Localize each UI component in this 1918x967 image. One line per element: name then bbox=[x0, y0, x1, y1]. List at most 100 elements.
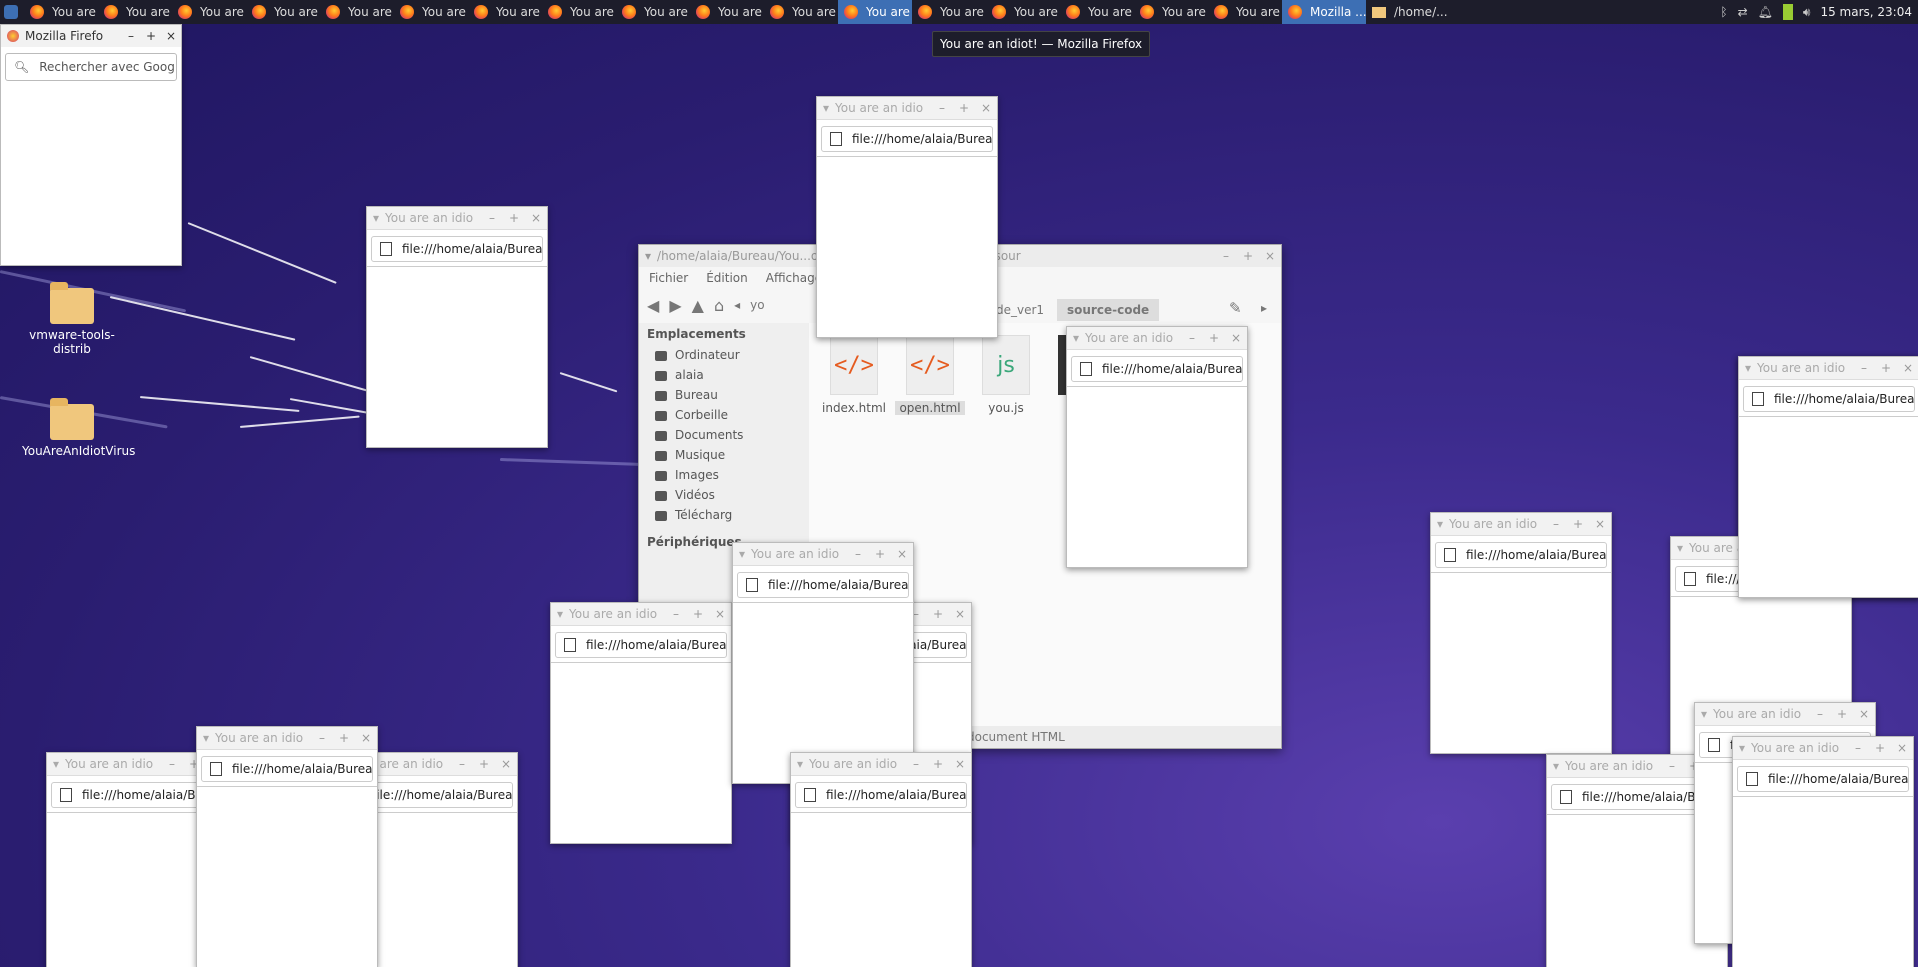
url-bar[interactable]: file:///home/alaia/Bureau bbox=[795, 782, 967, 808]
close-button[interactable]: × bbox=[1853, 707, 1875, 721]
sidebar-item-ordinateur[interactable]: Ordinateur bbox=[639, 345, 809, 365]
taskbar-button[interactable]: You are ... bbox=[394, 0, 468, 24]
maximize-button[interactable]: + bbox=[1875, 361, 1897, 375]
url-bar[interactable]: file:///home/alaia/Bureau bbox=[1435, 542, 1607, 568]
minimize-button[interactable]: – bbox=[1215, 249, 1237, 263]
close-button[interactable]: × bbox=[975, 101, 997, 115]
popup-window[interactable]: ▾You are an idio–+×file:///home/alaia/Bu… bbox=[1430, 512, 1612, 754]
url-bar[interactable]: file:///home/alaia/Bureau bbox=[821, 126, 993, 152]
minimize-button[interactable]: – bbox=[481, 211, 503, 225]
minimize-button[interactable]: – bbox=[1809, 707, 1831, 721]
close-button[interactable]: × bbox=[709, 607, 731, 621]
maximize-button[interactable]: + bbox=[333, 731, 355, 745]
whisker-menu-icon[interactable] bbox=[4, 5, 18, 19]
menu-edition[interactable]: Édition bbox=[706, 271, 748, 285]
forward-icon[interactable]: ▶ bbox=[669, 296, 681, 315]
home-icon[interactable]: ⌂ bbox=[714, 296, 724, 315]
minimize-button[interactable]: – bbox=[1181, 331, 1203, 345]
taskbar-button[interactable]: You are ... bbox=[468, 0, 542, 24]
breadcrumb-item[interactable]: de_ver1 bbox=[996, 303, 1044, 317]
url-bar[interactable]: file:///home/alaia/Bureau bbox=[1737, 766, 1909, 792]
close-button[interactable]: × bbox=[525, 211, 547, 225]
up-icon[interactable]: ▲ bbox=[692, 296, 704, 315]
desktop-icon-vmware[interactable]: vmware-tools-distrib bbox=[22, 282, 122, 356]
url-bar[interactable]: file:///home/alaia/Bureau bbox=[555, 632, 727, 658]
network-icon[interactable]: ⇄ bbox=[1738, 5, 1748, 19]
maximize-button[interactable]: + bbox=[1869, 741, 1891, 755]
taskbar-button[interactable]: You are ... bbox=[764, 0, 838, 24]
maximize-button[interactable]: + bbox=[927, 757, 949, 771]
minimize-button[interactable]: – bbox=[1661, 759, 1683, 773]
maximize-button[interactable]: + bbox=[141, 29, 161, 43]
url-bar[interactable]: file:///home/alaia/Bureau bbox=[1071, 356, 1243, 382]
clock[interactable]: 15 mars, 23:04 bbox=[1820, 5, 1912, 19]
taskbar-button[interactable]: You are ... bbox=[24, 0, 98, 24]
maximize-button[interactable]: + bbox=[503, 211, 525, 225]
minimize-button[interactable]: – bbox=[931, 101, 953, 115]
notification-bell-icon[interactable]: 🔔︎ bbox=[1758, 5, 1773, 19]
taskbar-button[interactable]: You are ... bbox=[1060, 0, 1134, 24]
sidebar-item-corbeille[interactable]: Corbeille bbox=[639, 405, 809, 425]
maximize-button[interactable]: + bbox=[1831, 707, 1853, 721]
taskbar-button[interactable]: You are ... bbox=[690, 0, 764, 24]
firefox-main-window[interactable]: Mozilla Firefo – + × 🔍︎ Rechercher avec … bbox=[0, 24, 182, 266]
file-open-html[interactable]: </> open.html bbox=[895, 335, 965, 415]
taskbar-button[interactable]: You are ... bbox=[98, 0, 172, 24]
sidebar-item-images[interactable]: Images bbox=[639, 465, 809, 485]
search-input[interactable]: 🔍︎ Rechercher avec Google bbox=[5, 53, 177, 81]
minimize-button[interactable]: – bbox=[1847, 741, 1869, 755]
popup-window[interactable]: ▾You are an idio–+×file:///home/alaia/Bu… bbox=[732, 542, 914, 784]
popup-window[interactable]: ▾You are an idio–+×file:///home/alaia/Bu… bbox=[1066, 326, 1248, 568]
popup-window[interactable]: ▾You are an idio–+×file:///home/alaia/Bu… bbox=[550, 602, 732, 844]
edit-path-icon[interactable]: ✎ bbox=[1229, 299, 1242, 317]
popup-window[interactable]: ▾You are an idio–+×file:///home/alaia/Bu… bbox=[1732, 736, 1914, 967]
close-button[interactable]: × bbox=[1589, 517, 1611, 531]
close-button[interactable]: × bbox=[1225, 331, 1247, 345]
minimize-button[interactable]: – bbox=[1545, 517, 1567, 531]
maximize-button[interactable]: + bbox=[1237, 249, 1259, 263]
back-icon[interactable]: ◀ bbox=[647, 296, 659, 315]
sidebar-item-videos[interactable]: Vidéos bbox=[639, 485, 809, 505]
popup-window[interactable]: ▾You are an idio–+×file:///home/alaia/Bu… bbox=[790, 752, 972, 967]
menu-affichage[interactable]: Affichage bbox=[766, 271, 822, 285]
close-button[interactable]: × bbox=[161, 29, 181, 43]
sidebar-item-bureau[interactable]: Bureau bbox=[639, 385, 809, 405]
menu-fichier[interactable]: Fichier bbox=[649, 271, 688, 285]
popup-window[interactable]: ▾You are an idio–+×file:///home/alaia/Bu… bbox=[366, 206, 548, 448]
taskbar-button-firefox[interactable]: Mozilla ... bbox=[1282, 0, 1366, 24]
close-button[interactable]: × bbox=[495, 757, 517, 771]
popup-window[interactable]: ▾You are an idio–+×file:///home/alaia/Bu… bbox=[1738, 356, 1918, 598]
close-button[interactable]: × bbox=[891, 547, 913, 561]
popup-window[interactable]: ▾You are an idio–+×file:///home/alaia/Bu… bbox=[196, 726, 378, 967]
close-button[interactable]: × bbox=[1897, 361, 1918, 375]
sidebar-item-documents[interactable]: Documents bbox=[639, 425, 809, 445]
breadcrumb-right-icon[interactable]: ▸ bbox=[1261, 301, 1267, 315]
sidebar-item-telechargements[interactable]: Télécharg bbox=[639, 505, 809, 525]
maximize-button[interactable]: + bbox=[1567, 517, 1589, 531]
maximize-button[interactable]: + bbox=[1203, 331, 1225, 345]
battery-icon[interactable] bbox=[1782, 4, 1793, 20]
bluetooth-icon[interactable]: ᛒ bbox=[1720, 5, 1727, 19]
close-button[interactable]: × bbox=[1259, 249, 1281, 263]
close-button[interactable]: × bbox=[949, 757, 971, 771]
taskbar-button[interactable]: You are ... bbox=[912, 0, 986, 24]
close-button[interactable]: × bbox=[949, 607, 971, 621]
breadcrumb-left-icon[interactable]: ◂ bbox=[734, 298, 740, 312]
minimize-button[interactable]: – bbox=[905, 757, 927, 771]
file-index-html[interactable]: </> index.html bbox=[819, 335, 889, 415]
maximize-button[interactable]: + bbox=[869, 547, 891, 561]
taskbar-button[interactable]: You are ... bbox=[616, 0, 690, 24]
taskbar-button[interactable]: You are ... bbox=[246, 0, 320, 24]
minimize-button[interactable]: – bbox=[665, 607, 687, 621]
minimize-button[interactable]: – bbox=[451, 757, 473, 771]
taskbar-button[interactable]: You are ... bbox=[172, 0, 246, 24]
minimize-button[interactable]: – bbox=[161, 757, 183, 771]
sidebar-item-musique[interactable]: Musique bbox=[639, 445, 809, 465]
sidebar-item-home[interactable]: alaia bbox=[639, 365, 809, 385]
maximize-button[interactable]: + bbox=[687, 607, 709, 621]
minimize-button[interactable]: – bbox=[311, 731, 333, 745]
close-button[interactable]: × bbox=[355, 731, 377, 745]
minimize-button[interactable]: – bbox=[1853, 361, 1875, 375]
url-bar[interactable]: file:///home/alaia/Bureau bbox=[1743, 386, 1915, 412]
popup-window[interactable]: ▾You are an idio–+×file:///home/alaia/Bu… bbox=[816, 96, 998, 338]
